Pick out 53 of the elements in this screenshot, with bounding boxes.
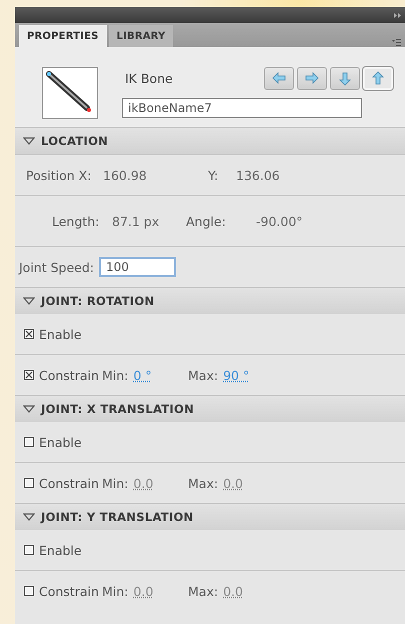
max-value[interactable]: 0.0 — [223, 476, 243, 490]
checkbox[interactable] — [24, 437, 34, 447]
collapse-triangle-icon[interactable] — [23, 137, 35, 145]
field-label: Max: — [188, 584, 218, 598]
name-field[interactable]: ikBoneName7 — [122, 98, 362, 118]
collapse-triangle-icon[interactable] — [23, 513, 35, 521]
left-arrow-icon — [270, 70, 288, 87]
field-label: Max: — [188, 476, 218, 490]
field-label: Min: — [102, 584, 128, 598]
object-type-label: IK Bone — [124, 70, 173, 86]
field-label: Min: — [102, 476, 128, 490]
field-label: Min: — [102, 368, 128, 382]
checkbox[interactable] — [24, 545, 34, 555]
checkbox-label: Constrain — [39, 584, 99, 598]
checkbox-label: Constrain — [39, 476, 99, 490]
section-title: LOCATION — [41, 134, 108, 148]
joint-speed-field[interactable]: 100 — [99, 257, 176, 277]
value-text: -90.00° — [256, 214, 303, 228]
field-label: Joint Speed: — [19, 260, 94, 274]
checkbox[interactable] — [24, 329, 34, 339]
menu-icon[interactable] — [392, 39, 401, 46]
panel-tab[interactable]: LIBRARY — [108, 25, 174, 47]
field-label: Y: — [208, 168, 220, 182]
checkbox-label: Enable — [39, 326, 82, 342]
checkbox[interactable] — [24, 478, 34, 488]
section-title: JOINT: ROTATION — [41, 294, 154, 308]
max-value[interactable]: 90 ° — [223, 368, 250, 382]
checkbox[interactable] — [24, 370, 34, 380]
min-value[interactable]: 0.0 — [133, 584, 154, 598]
value-text: 160.98 — [103, 168, 148, 182]
max-value[interactable]: 0.0 — [223, 584, 243, 598]
section-title: JOINT: X TRANSLATION — [41, 402, 194, 416]
value-text: 136.06 — [236, 168, 280, 182]
min-value[interactable]: 0 ° — [133, 368, 152, 382]
panel-tab[interactable]: PROPERTIES — [19, 25, 107, 47]
checkbox[interactable] — [24, 586, 34, 596]
value-text: 87.1 px — [112, 214, 160, 228]
down-arrow-icon — [336, 70, 354, 87]
section-title: JOINT: Y TRANSLATION — [41, 510, 194, 524]
collapse-triangle-icon[interactable] — [23, 405, 35, 413]
collapse-icon[interactable] — [394, 12, 401, 18]
field-label: Max: — [188, 368, 218, 382]
field-label: Angle: — [186, 214, 227, 228]
checkbox-label: Enable — [39, 434, 82, 450]
checkbox-label: Constrain — [39, 368, 99, 382]
field-label: Position X: — [26, 168, 92, 182]
up-arrow-icon — [369, 70, 387, 87]
checkbox-label: Enable — [39, 542, 82, 558]
bone-icon — [42, 67, 98, 119]
min-value[interactable]: 0.0 — [133, 476, 154, 490]
field-label: Length: — [52, 214, 100, 228]
right-arrow-icon — [303, 70, 321, 87]
collapse-triangle-icon[interactable] — [23, 297, 35, 305]
